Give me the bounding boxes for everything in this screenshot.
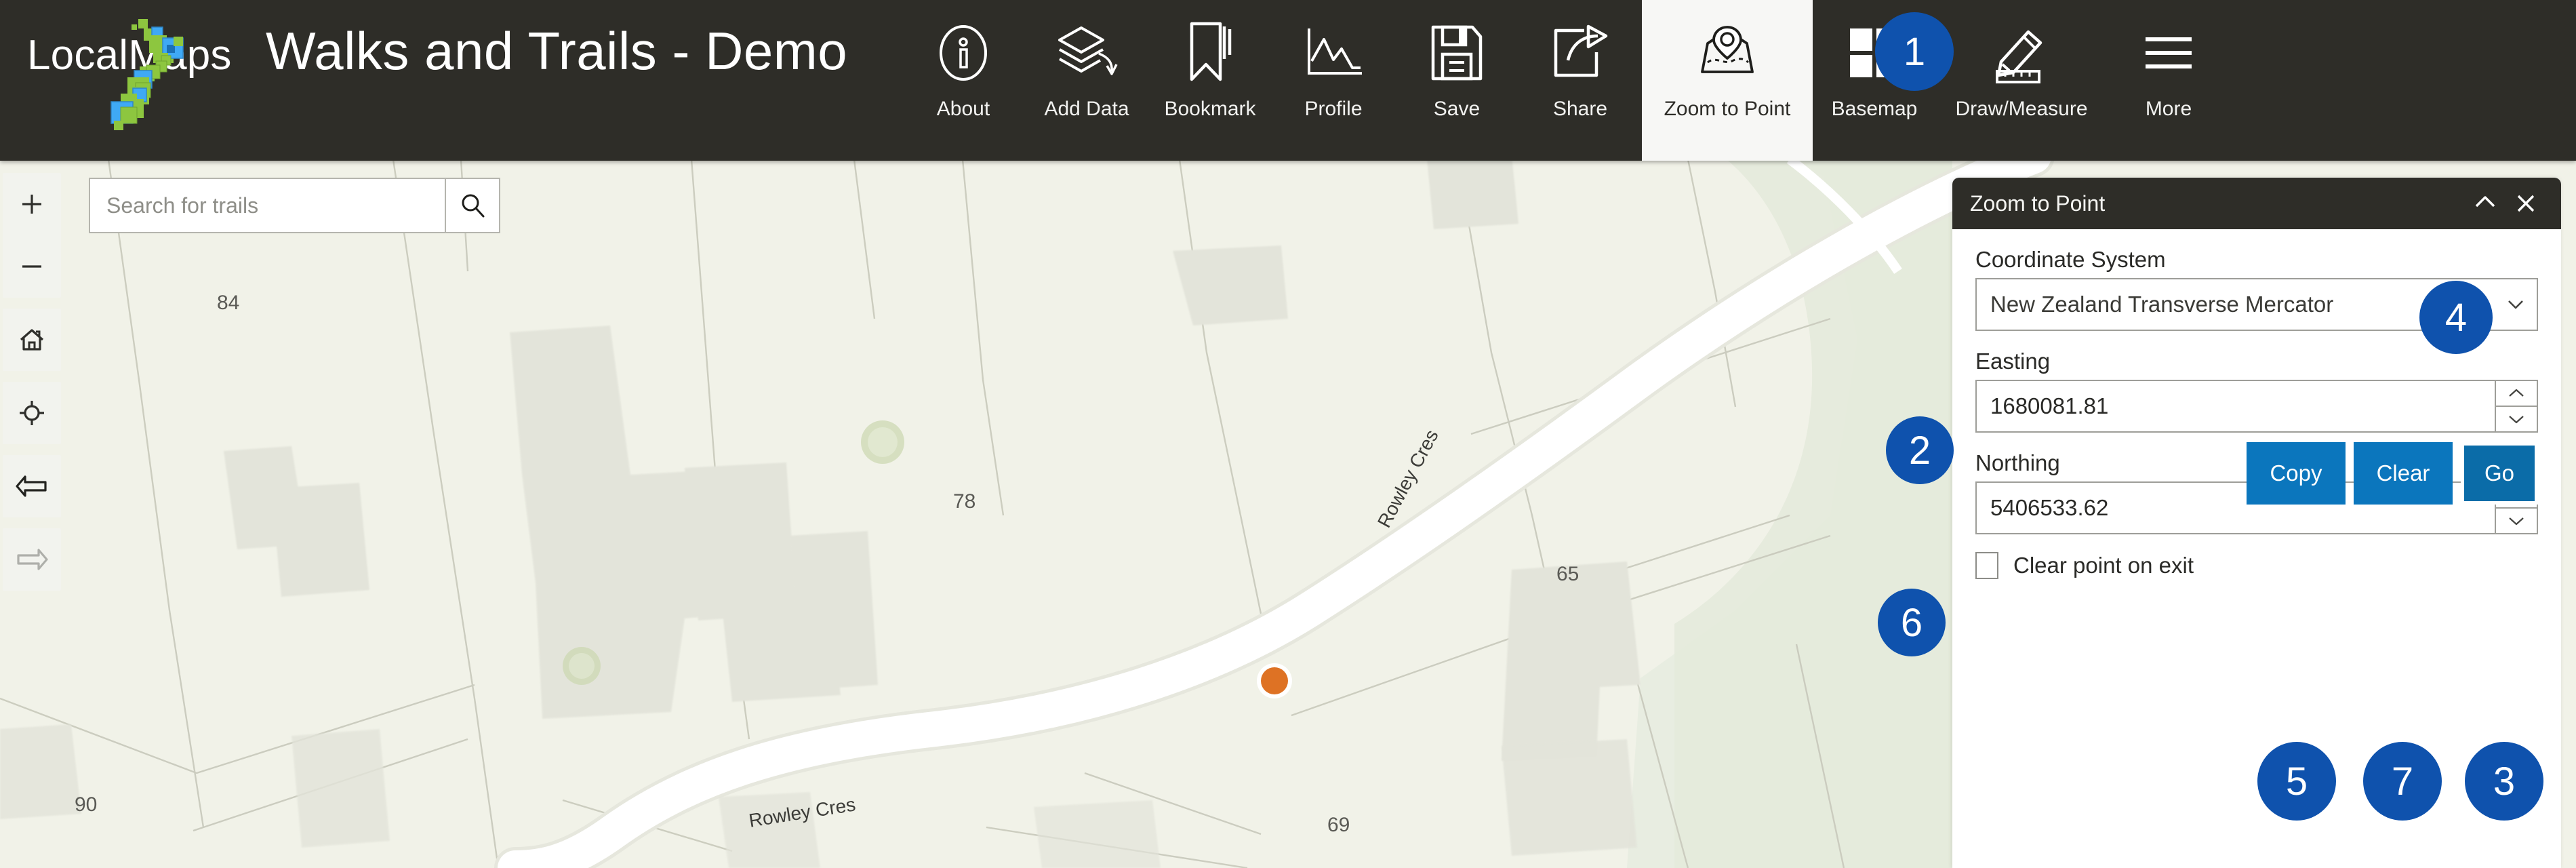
share-arrow-icon xyxy=(1554,24,1608,77)
chevron-down-icon xyxy=(2508,300,2523,309)
panel-close-button[interactable] xyxy=(2505,183,2546,224)
search-input[interactable] xyxy=(90,179,445,232)
bookmark-icon xyxy=(1190,22,1232,81)
zoom-to-point-panel: Zoom to Point Coordinate System New Zeal… xyxy=(1952,178,2561,868)
tool-draw-measure[interactable]: Draw/Measure xyxy=(1936,0,2107,161)
zoom-out-button[interactable] xyxy=(3,235,61,298)
tool-label: Profile xyxy=(1304,98,1363,120)
plus-icon xyxy=(22,195,41,214)
close-x-icon xyxy=(2517,195,2535,212)
tool-more[interactable]: More xyxy=(2107,0,2230,161)
arrow-right-icon xyxy=(17,549,48,570)
tool-label: More xyxy=(2145,98,2192,120)
search-icon xyxy=(462,194,485,218)
northing-decrement-button[interactable] xyxy=(2496,507,2537,533)
clear-button[interactable]: Clear xyxy=(2354,442,2453,505)
easting-field[interactable]: 1680081.81 xyxy=(1975,380,2538,433)
easting-increment-button[interactable] xyxy=(2496,381,2537,406)
nz-squares-logo-icon xyxy=(110,19,184,130)
panel-collapse-button[interactable] xyxy=(2465,183,2505,224)
info-circle-icon xyxy=(940,25,987,81)
tool-label: Basemap xyxy=(1831,98,1918,120)
copy-button[interactable]: Copy xyxy=(2247,442,2346,505)
previous-extent-group xyxy=(3,455,61,517)
tool-share[interactable]: Share xyxy=(1518,0,1642,161)
tool-about[interactable]: About xyxy=(902,0,1025,161)
app-header: LocalMaps Walks and Trails - Demo About … xyxy=(0,0,2576,161)
panel-body: Coordinate System New Zealand Transverse… xyxy=(1952,229,2561,579)
zoom-control-group xyxy=(3,173,61,298)
tool-bookmark[interactable]: Bookmark xyxy=(1148,0,1272,161)
go-button[interactable]: Go xyxy=(2461,442,2538,505)
floppy-disk-save-icon xyxy=(1431,25,1483,81)
panel-header: Zoom to Point xyxy=(1952,178,2561,229)
tool-label: Share xyxy=(1552,98,1608,120)
easting-decrement-button[interactable] xyxy=(2496,406,2537,431)
search-bar xyxy=(89,178,500,233)
home-icon xyxy=(20,329,44,351)
coordinate-system-select[interactable]: New Zealand Transverse Mercator xyxy=(1975,278,2538,331)
coordinate-system-label: Coordinate System xyxy=(1975,247,2166,272)
chevron-down-icon xyxy=(2509,416,2524,424)
next-extent-group xyxy=(3,528,61,591)
pencil-ruler-icon xyxy=(1996,30,2042,83)
arrow-left-icon xyxy=(16,475,47,497)
next-extent-button[interactable] xyxy=(3,528,61,591)
coordinate-system-value: New Zealand Transverse Mercator xyxy=(1990,292,2334,317)
tool-save[interactable]: Save xyxy=(1395,0,1518,161)
tool-add-data[interactable]: Add Data xyxy=(1025,0,1148,161)
clear-point-on-exit-row: Clear point on exit xyxy=(1975,552,2538,579)
hamburger-menu-icon xyxy=(2146,37,2192,68)
brand-logo[interactable]: LocalMaps xyxy=(23,12,260,148)
easting-stepper xyxy=(2495,381,2537,431)
minus-icon xyxy=(22,265,41,268)
clear-point-on-exit-checkbox[interactable] xyxy=(1975,552,1998,579)
tool-profile[interactable]: Profile xyxy=(1272,0,1395,161)
tool-label: Draw/Measure xyxy=(1955,98,2088,120)
locate-control-group xyxy=(3,382,61,444)
easting-label: Easting xyxy=(1975,349,2051,374)
home-button[interactable] xyxy=(3,309,61,371)
page-title: Walks and Trails - Demo xyxy=(266,21,848,81)
crosshair-icon xyxy=(20,401,44,425)
tool-label: Add Data xyxy=(1044,98,1129,120)
coordinate-system-dropdown-arrow[interactable] xyxy=(2495,293,2537,316)
search-button[interactable] xyxy=(445,179,499,232)
tool-label: Zoom to Point xyxy=(1664,98,1791,120)
elevation-profile-icon xyxy=(1308,28,1362,75)
map-point-marker xyxy=(1257,663,1292,698)
toolbar: About Add Data Bookmark Profile Save Sha… xyxy=(902,0,2230,161)
chevron-up-icon xyxy=(2509,389,2524,397)
panel-title: Zoom to Point xyxy=(1970,191,2106,216)
zoom-in-button[interactable] xyxy=(3,173,61,235)
easting-value[interactable]: 1680081.81 xyxy=(1977,381,2495,431)
four-squares-basemap-icon xyxy=(1850,28,1899,77)
tool-label: About xyxy=(936,98,990,120)
tool-label: Bookmark xyxy=(1164,98,1256,120)
home-control-group xyxy=(3,309,61,371)
chevron-down-icon xyxy=(2509,517,2524,526)
previous-extent-button[interactable] xyxy=(3,455,61,517)
tool-zoom-to-point[interactable]: Zoom to Point xyxy=(1642,0,1813,161)
tool-label: Save xyxy=(1433,98,1481,120)
tool-basemap[interactable]: Basemap xyxy=(1813,0,1936,161)
layers-add-icon xyxy=(1058,26,1118,75)
panel-action-buttons: Copy Clear Go xyxy=(2247,442,2538,505)
map-controls xyxy=(3,173,61,601)
chevron-up-icon xyxy=(2475,196,2495,208)
locate-button[interactable] xyxy=(3,382,61,444)
clear-point-on-exit-label: Clear point on exit xyxy=(2013,553,2194,578)
map-pin-zoom-icon xyxy=(1701,26,1754,73)
